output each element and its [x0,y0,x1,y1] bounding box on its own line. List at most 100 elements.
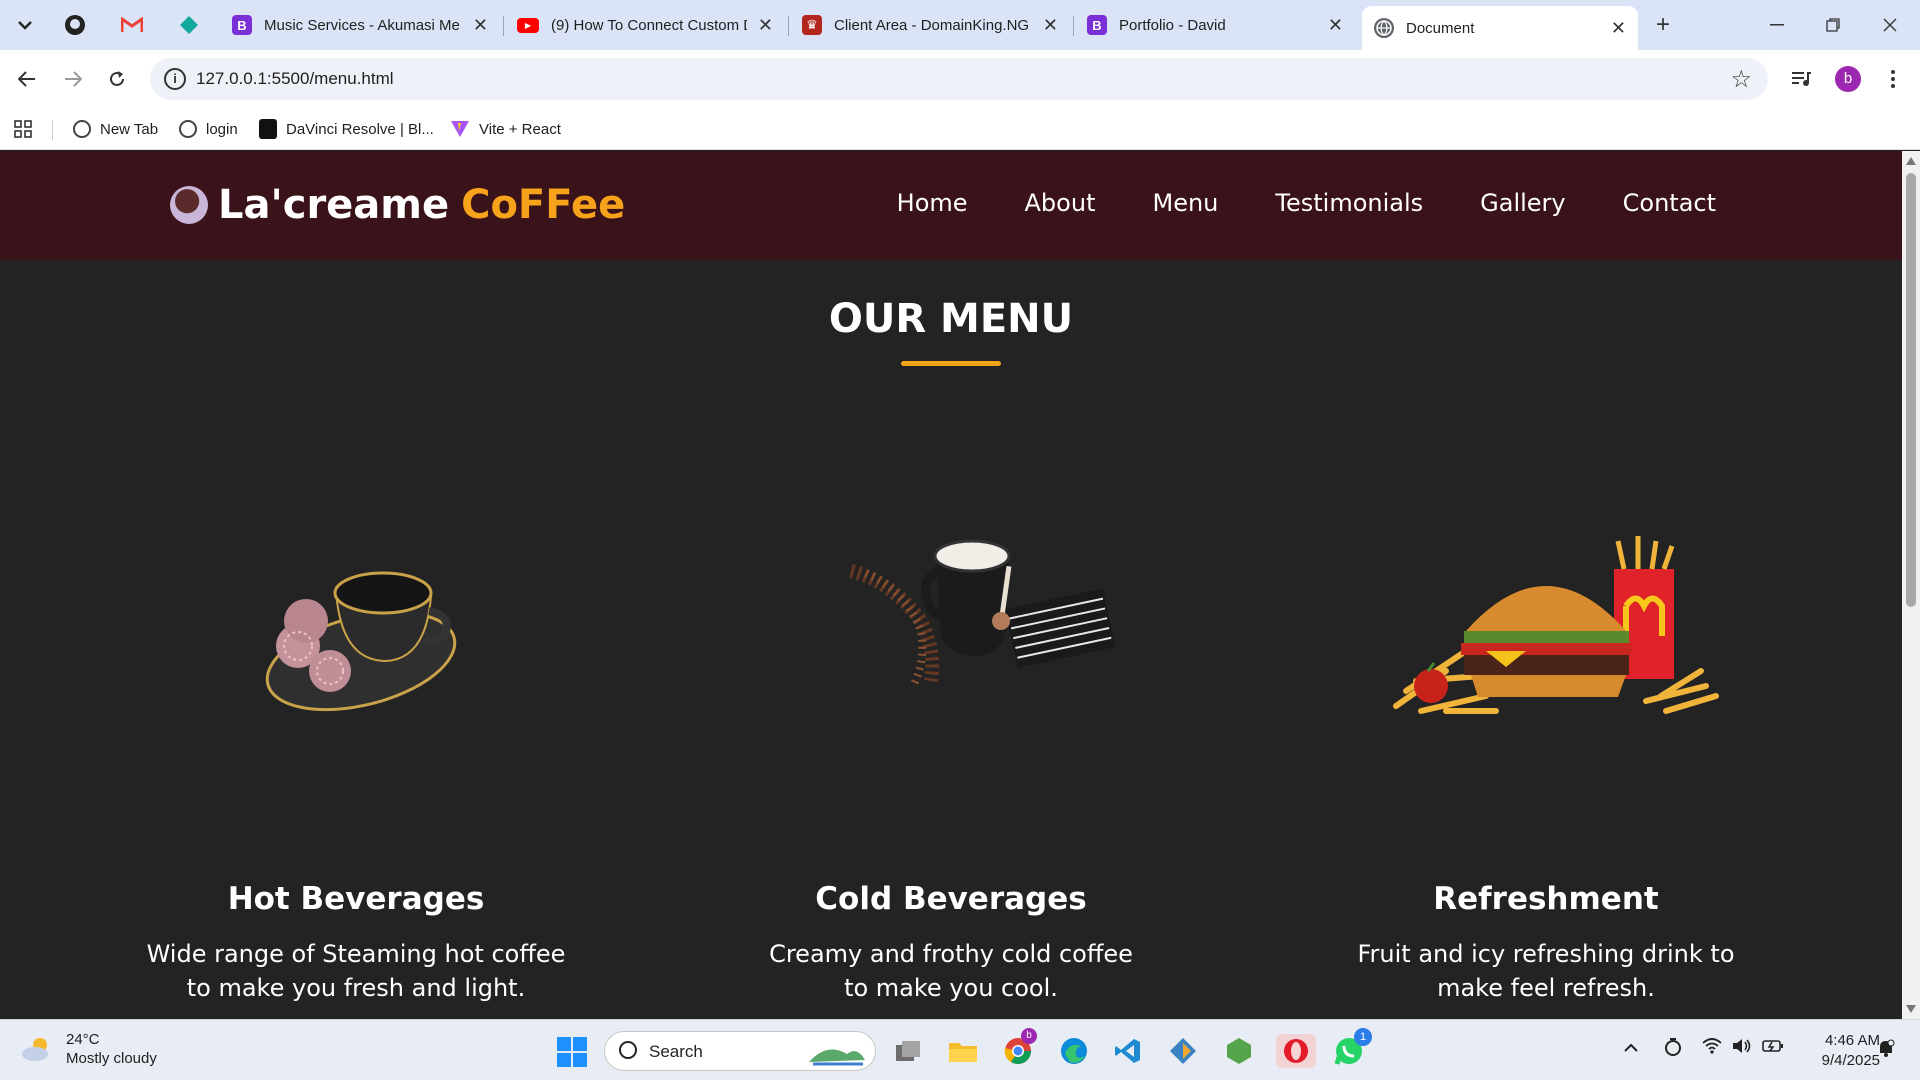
github-pinned-tab-icon[interactable] [62,12,88,38]
url-text[interactable]: 127.0.0.1:5500/menu.html [196,69,394,89]
battery-charging-icon[interactable] [1762,1039,1784,1058]
site-info-icon[interactable]: i [164,68,186,90]
tab-portfolio[interactable]: B Portfolio - David ✕ [1087,8,1343,42]
tab-title: Music Services - Akumasi Me [264,16,460,34]
opera-taskbar-icon[interactable] [1276,1034,1316,1068]
card-description: Fruit and icy refreshing drink to make f… [1357,940,1735,1002]
search-highlight-icon [809,1049,865,1066]
tab-music-services[interactable]: B Music Services - Akumasi Me ✕ [232,8,488,42]
clock-time: 4:46 AM [1824,1032,1880,1049]
nav-gallery[interactable]: Gallery [1480,189,1565,217]
close-tab-icon[interactable]: ✕ [1043,15,1058,36]
bookmark-new-tab[interactable]: New Tab [73,117,158,141]
close-tab-icon[interactable]: ✕ [473,15,488,36]
volume-icon[interactable] [1732,1038,1752,1059]
coffee-cup-logo-icon [170,186,208,224]
menu-card-refreshment: Refreshment Fruit and icy refreshing dri… [1246,511,1846,1005]
logo-text-accent: CoFFee [461,182,626,228]
apps-grid-icon[interactable] [14,117,32,141]
title-underline [901,361,1001,366]
nav-contact[interactable]: Contact [1623,189,1716,217]
bookmark-vite-react[interactable]: Vite + React [450,117,561,141]
media-controls-icon[interactable] [1786,64,1816,94]
clock-date: 9/4/2025 [1821,1052,1880,1069]
bookmark-star-icon[interactable]: ☆ [1730,65,1752,94]
card-description: Creamy and frothy cold coffee to make yo… [769,940,1133,1002]
task-view-icon[interactable] [891,1034,925,1068]
new-tab-plus-icon[interactable]: + [1650,11,1676,38]
gmail-pinned-tab-icon[interactable] [119,12,145,38]
site-header: La'creame CoFFee Home About Menu Testimo… [0,151,1902,260]
nodejs-taskbar-icon[interactable] [1222,1034,1256,1068]
notifications-bell-icon[interactable] [1876,1038,1896,1063]
git-client-taskbar-icon[interactable] [1166,1034,1200,1068]
chrome-taskbar-icon[interactable]: b [1001,1028,1037,1068]
windows-start-icon[interactable] [557,1037,587,1067]
temperature-text: 24°C [66,1031,100,1048]
logo-text-main: La'creame [218,182,450,228]
cloudy-weather-icon [20,1036,54,1062]
close-tab-icon[interactable]: ✕ [1328,15,1343,36]
sync-status-icon[interactable] [1664,1037,1682,1062]
show-hidden-icons-chevron-icon[interactable] [1624,1040,1638,1058]
system-clock[interactable]: 4:46 AM 9/4/2025 [1800,1031,1880,1071]
edge-taskbar-icon[interactable] [1057,1034,1091,1068]
taskbar-search-box[interactable]: Search [604,1031,876,1071]
card-title: Refreshment [1433,881,1659,917]
page-scrollbar[interactable] [1902,151,1920,1019]
site-navigation: Home About Menu Testimonials Gallery Con… [840,189,1716,217]
davinci-icon [259,119,277,139]
back-arrow-icon[interactable] [12,64,42,94]
browser-tab-strip: B Music Services - Akumasi Me ✕ ▶ (9) Ho… [0,0,1920,50]
webpage-viewport: La'creame CoFFee Home About Menu Testimo… [0,151,1902,1019]
card-title: Hot Beverages [227,881,485,917]
coffee-cup-cookies-image [56,511,656,751]
close-window-icon[interactable] [1877,12,1903,38]
weather-condition-text: Mostly cloudy [66,1050,157,1067]
nav-home[interactable]: Home [897,189,968,217]
wifi-icon[interactable] [1702,1038,1722,1059]
tab-domainking[interactable]: ♛ Client Area - DomainKing.NG ✕ [802,8,1058,42]
reload-icon[interactable] [102,64,132,94]
browser-menu-icon[interactable] [1878,64,1908,94]
tab-document-active[interactable]: Document ✕ [1362,6,1638,50]
tab-search-chevron-icon[interactable] [12,12,38,38]
menu-card-cold-beverages: Cold Beverages Creamy and frothy cold co… [651,511,1251,1005]
scroll-up-arrow-icon[interactable] [1906,157,1916,165]
file-explorer-icon[interactable] [946,1034,980,1068]
weather-widget[interactable]: 24°C Mostly cloudy [20,1030,157,1068]
bookmark-login[interactable]: login [179,117,238,141]
card-description: Wide range of Steaming hot coffee to mak… [146,940,566,1002]
forward-arrow-icon[interactable] [58,64,88,94]
globe-icon [179,120,197,138]
card-title: Cold Beverages [815,881,1087,917]
burger-fries-drink-image [1246,511,1846,751]
nav-testimonials[interactable]: Testimonials [1275,189,1423,217]
tab-youtube[interactable]: ▶ (9) How To Connect Custom D ✕ [517,8,773,42]
whatsapp-taskbar-icon[interactable]: 1 [1332,1028,1372,1068]
nav-about[interactable]: About [1025,189,1096,217]
restore-window-icon[interactable] [1820,12,1846,38]
bookmark-davinci-resolve[interactable]: DaVinci Resolve | Bl... [259,117,434,141]
section-title: OUR MENU [828,296,1074,342]
close-tab-icon[interactable]: ✕ [758,15,773,36]
minimize-window-icon[interactable] [1764,12,1790,38]
nav-menu[interactable]: Menu [1152,189,1218,217]
browser-toolbar: i 127.0.0.1:5500/menu.html ☆ b [0,50,1920,108]
search-icon [619,1041,637,1059]
scrollbar-thumb[interactable] [1906,173,1916,607]
bootstrap-favicon-icon: B [1087,15,1107,35]
scroll-down-arrow-icon[interactable] [1906,1005,1916,1013]
vscode-taskbar-icon[interactable] [1111,1034,1145,1068]
address-bar[interactable]: i 127.0.0.1:5500/menu.html ☆ [150,58,1768,100]
globe-favicon-icon [1374,18,1394,38]
menu-card-hot-beverages: Hot Beverages Wide range of Steaming hot… [56,511,656,1005]
crown-favicon-icon: ♛ [802,15,822,35]
tab-title: Document [1406,19,1475,37]
close-tab-icon[interactable]: ✕ [1611,18,1626,39]
windows-taskbar: 24°C Mostly cloudy Search b 1 4:46 AM 9/… [0,1019,1920,1080]
profile-avatar[interactable]: b [1833,64,1863,94]
site-logo[interactable]: La'creame CoFFee [170,182,625,228]
diamond-pinned-tab-icon[interactable] [176,12,202,38]
chrome-profile-badge: b [1021,1028,1037,1044]
